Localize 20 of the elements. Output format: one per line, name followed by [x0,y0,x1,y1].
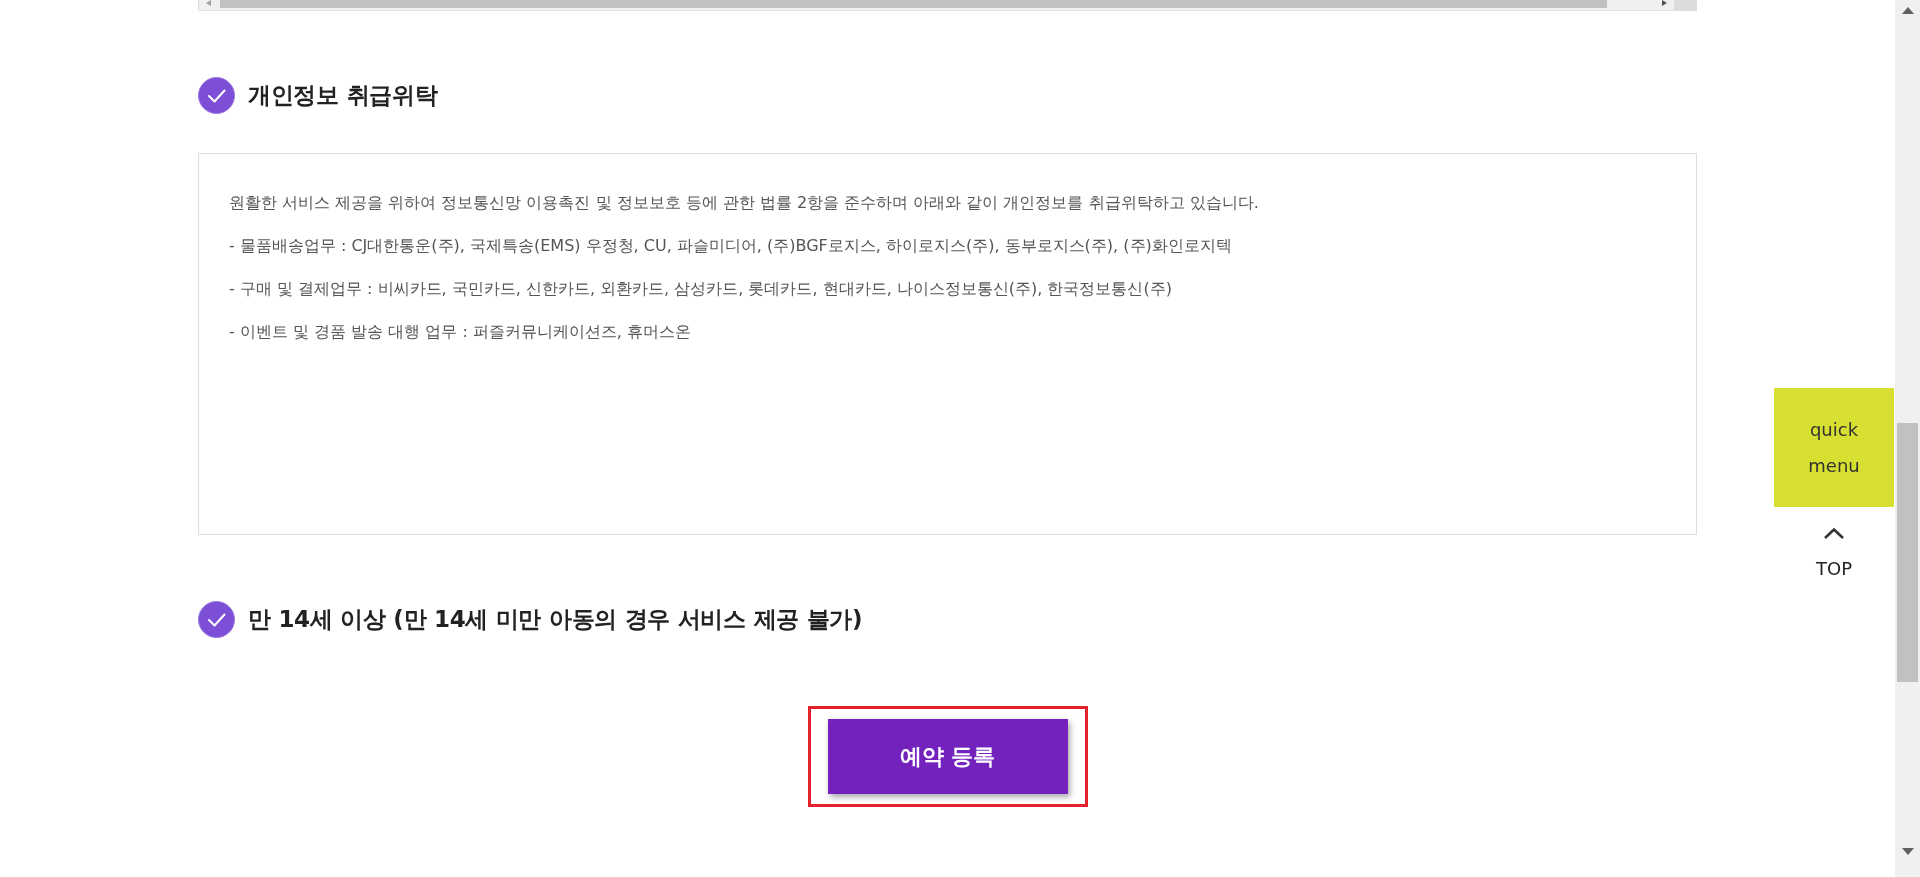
scroll-down-icon[interactable] [1901,848,1914,855]
scroll-right-icon[interactable] [1662,0,1669,6]
checked-circle-icon[interactable] [198,601,235,638]
reservation-submit-button[interactable]: 예약 등록 [827,719,1068,794]
terms-text: - 이벤트 및 경품 발송 대행 업무 : 퍼즐커뮤니케이션즈, 휴머스온 [229,321,693,343]
scroll-top-button[interactable]: TOP [1774,507,1894,580]
scroll-thumb[interactable] [220,0,1607,8]
scroll-up-icon[interactable] [1901,7,1914,14]
terms-text: - 물품배송업무 : CJ대한통운(주), 국제특송(EMS) 우정청, CU, 파슬미디어, (주)BGF로지스, 하이로지스(주), 동부로지스(주), (주)화인로지텍 [229,235,1233,257]
quick-menu-button[interactable]: quick menu [1774,388,1894,507]
section-title: 개인정보 취급위탁 [248,81,438,111]
vertical-scrollbar[interactable] [1895,0,1920,877]
horizontal-scrollbar[interactable] [198,0,1697,11]
section-title: 만 14세 이상 (만 14세 미만 아동의 경우 서비스 제공 불가) [248,605,863,635]
chevron-up-icon[interactable] [1823,527,1845,540]
scrollbar-corner [1674,0,1696,10]
scroll-thumb[interactable] [1897,423,1918,682]
terms-text: - 구매 및 결제업무 : 비씨카드, 국민카드, 신한카드, 외환카드, 삼성카드, 롯데카드, 현대카드, 나이스정보통신(주), 한국정보통신(주) [229,278,1173,300]
checked-circle-icon[interactable] [198,77,235,114]
terms-text: 원활한 서비스 제공을 위하여 정보통신망 이용촉진 및 정보보호 등에 관한 법률 2항을 준수하며 아래와 같이 개인정보를 취급위탁하고 있습니다. [229,192,1260,214]
